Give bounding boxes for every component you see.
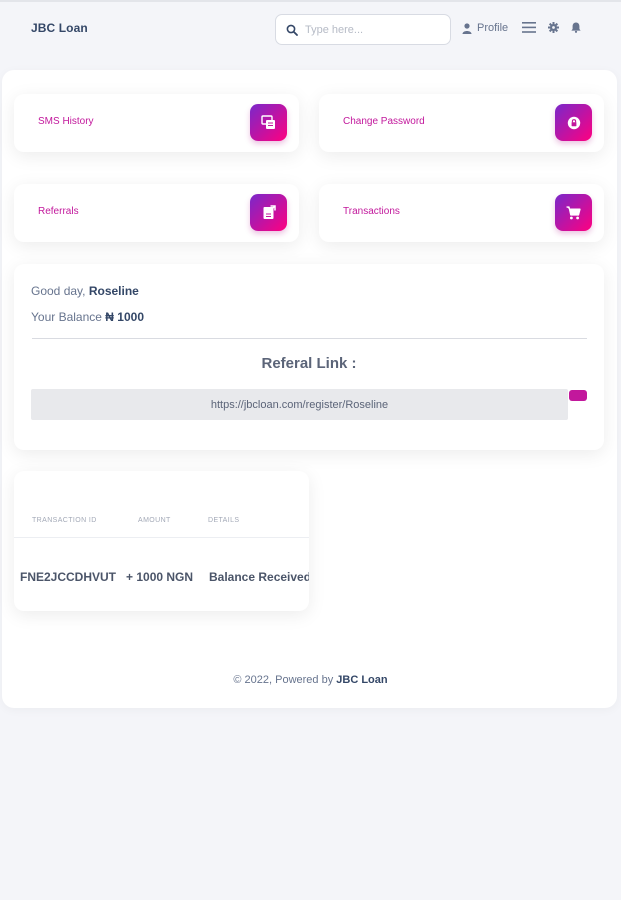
search-box[interactable] [275,14,451,45]
change-password-card[interactable]: Change Password [319,94,604,152]
navbar: JBC Loan Profile [0,2,621,54]
transactions-label: Transactions [343,206,400,217]
footer-brand[interactable]: JBC Loan [336,674,387,686]
profile-link[interactable]: Profile [462,22,508,34]
column-header-transaction-id: TRANSACTION ID [32,517,97,524]
referral-link-text: https://jbcloan.com/register/Roseline [210,398,389,411]
referral-title: Referal Link : [261,355,357,372]
balance-label: Your Balance [31,310,102,324]
profile-label: Profile [477,22,509,34]
footer-copyright: © 2022, Powered by [233,674,334,686]
referrals-card[interactable]: Referrals [14,184,299,242]
footer: © 2022, Powered by JBC Loan [0,674,621,686]
table-cell-transaction-id: FNE2JCCDHVUT [20,570,117,584]
referrals-label: Referrals [38,206,79,217]
table-header-divider [14,537,309,538]
menu-icon[interactable] [522,22,536,33]
sms-history-icon [250,104,287,141]
transactions-table: TRANSACTION ID AMOUNT DETAILS FNE2JCCDHV… [14,471,309,611]
balance: Your Balance ₦ 1000 [31,310,144,324]
column-header-amount: AMOUNT [138,517,171,524]
table-cell-details: Balance Received [209,570,309,584]
search-icon [286,24,298,36]
change-password-label: Change Password [343,116,425,127]
referrals-icon [250,194,287,231]
lock-icon [555,104,592,141]
greeting-prefix: Good day, [31,284,86,298]
search-input[interactable] [305,23,445,36]
gear-icon[interactable] [548,22,559,33]
table-cell-amount: + 1000 NGN [126,570,194,584]
divider [32,338,587,339]
referral-link-field[interactable]: https://jbcloan.com/register/Roseline [31,389,568,420]
balance-value: ₦ 1000 [105,310,144,324]
brand-title[interactable]: JBC Loan [31,21,88,35]
column-header-details: DETAILS [208,517,240,524]
greeting: Good day, Roseline [31,284,139,298]
bell-icon[interactable] [571,22,581,33]
copy-link-button[interactable] [569,390,587,401]
cart-icon [555,194,592,231]
sms-history-card[interactable]: SMS History [14,94,299,152]
sms-history-label: SMS History [38,116,94,127]
user-name: Roseline [88,284,139,298]
user-icon [462,22,472,34]
welcome-card: Good day, Roseline Your Balance ₦ 1000 R… [14,264,604,450]
transactions-card[interactable]: Transactions [319,184,604,242]
